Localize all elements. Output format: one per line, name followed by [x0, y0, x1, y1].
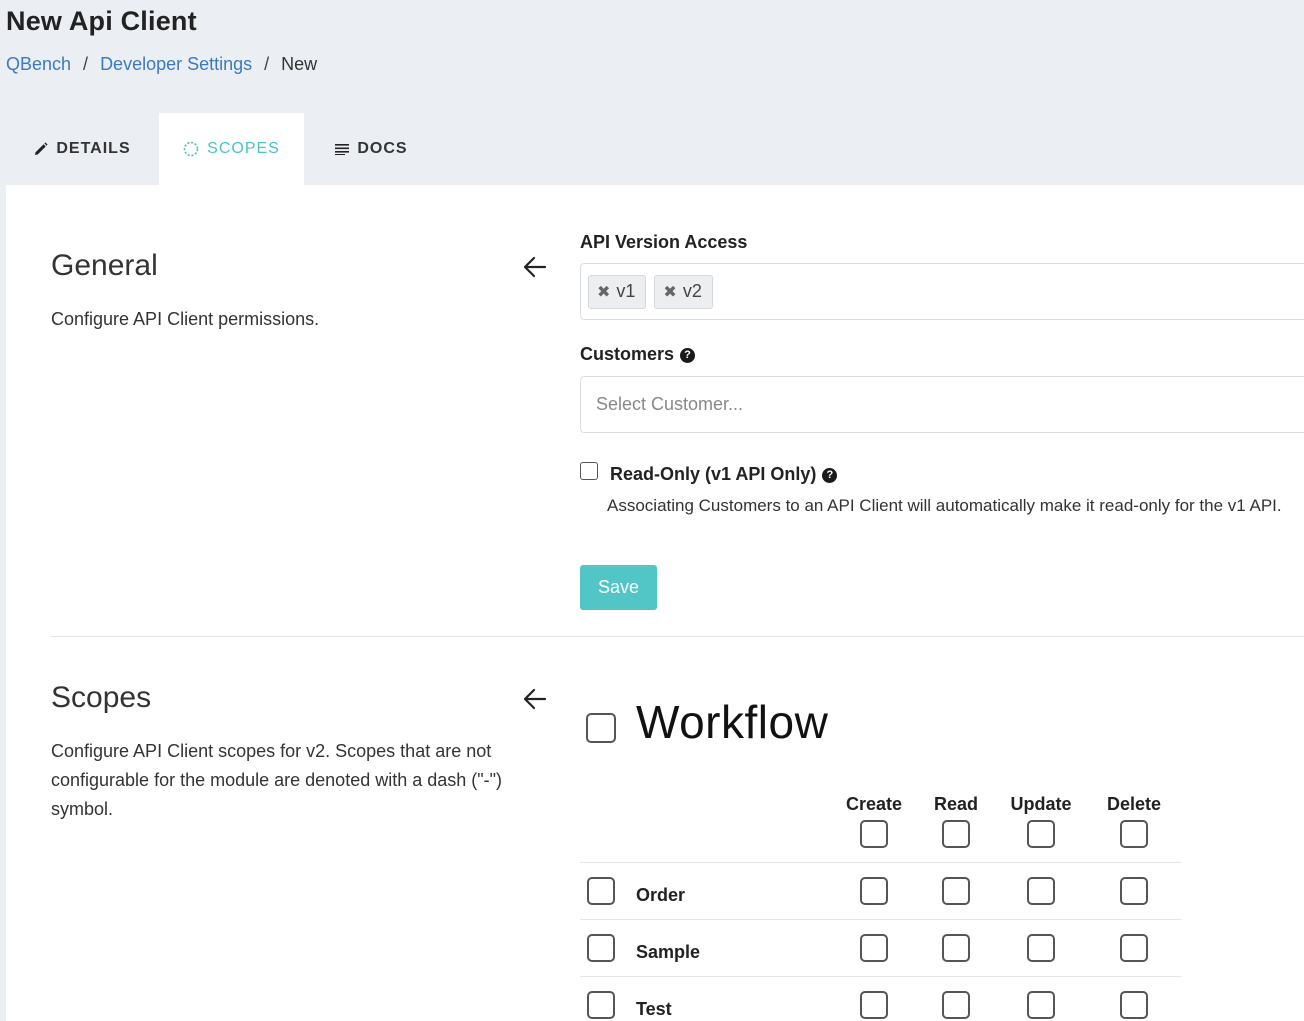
tab-scopes[interactable]: SCOPES: [159, 113, 304, 185]
row-divider: [580, 862, 1181, 863]
question-circle-icon[interactable]: ?: [680, 348, 696, 363]
test-delete-checkbox[interactable]: [1120, 991, 1148, 1019]
readonly-note: Associating Customers to an API Client w…: [607, 496, 1282, 515]
customer-select[interactable]: Select Customer...: [580, 376, 1304, 433]
test-create-checkbox[interactable]: [860, 991, 888, 1019]
pencil-icon: [34, 142, 48, 156]
customer-select-placeholder: Select Customer...: [596, 394, 744, 414]
order-create-checkbox[interactable]: [860, 877, 888, 905]
tag-label: v1: [616, 281, 636, 301]
tab-docs[interactable]: DOCS: [304, 113, 439, 185]
breadcrumb-qbench-link[interactable]: QBench: [6, 54, 71, 75]
update-column-checkbox[interactable]: [1027, 820, 1055, 848]
tab-scopes-label: SCOPES: [207, 140, 280, 157]
test-read-checkbox[interactable]: [942, 991, 970, 1019]
api-version-access-label: API Version Access: [580, 232, 748, 252]
delete-column-checkbox[interactable]: [1120, 820, 1148, 848]
column-header-create: Create: [845, 794, 903, 814]
readonly-checkbox[interactable]: [580, 462, 598, 480]
customers-label: Customers: [580, 344, 675, 364]
row-divider: [580, 919, 1181, 920]
circle-dashed-icon: [183, 141, 199, 157]
column-header-delete: Delete: [1106, 794, 1162, 814]
order-read-checkbox[interactable]: [942, 877, 970, 905]
scopes-section-title: Scopes: [51, 681, 152, 714]
sample-row-checkbox[interactable]: [587, 934, 615, 962]
column-header-read: Read: [933, 794, 978, 814]
readonly-label-group: Read-Only (v1 API Only)?: [610, 464, 838, 485]
scope-row-label-sample: Sample: [636, 942, 701, 962]
tab-details-label: DETAILS: [56, 140, 131, 157]
arrow-left-icon[interactable]: [522, 254, 548, 280]
breadcrumb: QBench / Developer Settings / New: [6, 54, 317, 75]
tab-bar: DETAILS SCOPES DOCS: [6, 113, 439, 185]
sample-update-checkbox[interactable]: [1027, 934, 1055, 962]
tag-label: v2: [682, 281, 702, 301]
test-row-checkbox[interactable]: [587, 991, 615, 1019]
breadcrumb-separator: /: [264, 54, 270, 74]
breadcrumb-separator: /: [83, 54, 89, 74]
readonly-label: Read-Only (v1 API Only): [610, 464, 817, 484]
question-circle-icon[interactable]: ?: [822, 468, 838, 483]
create-column-checkbox[interactable]: [860, 820, 888, 848]
scopes-panel: General Configure API Client permissions…: [6, 185, 1304, 1021]
remove-tag-icon[interactable]: ✖: [663, 282, 676, 302]
general-section-description: Configure API Client permissions.: [51, 309, 320, 329]
scope-row-label-order: Order: [636, 885, 686, 905]
save-button[interactable]: Save: [580, 565, 657, 610]
row-divider: [580, 976, 1181, 977]
order-update-checkbox[interactable]: [1027, 877, 1055, 905]
tab-docs-label: DOCS: [357, 140, 408, 157]
sample-delete-checkbox[interactable]: [1120, 934, 1148, 962]
general-section-title: General: [51, 249, 158, 282]
api-version-tag-v2: ✖ v2: [654, 274, 713, 309]
order-row-checkbox[interactable]: [587, 877, 615, 905]
sample-create-checkbox[interactable]: [860, 934, 888, 962]
test-update-checkbox[interactable]: [1027, 991, 1055, 1019]
section-divider: [51, 636, 1304, 637]
column-header-update: Update: [1010, 794, 1072, 814]
scopes-section-description: Configure API Client scopes for v2. Scop…: [51, 741, 503, 819]
tab-details[interactable]: DETAILS: [6, 113, 159, 185]
arrow-left-icon[interactable]: [522, 686, 548, 712]
workflow-select-all-checkbox[interactable]: [586, 713, 616, 743]
workflow-group-title: Workflow: [636, 696, 829, 748]
customers-label-group: Customers?: [580, 344, 696, 365]
list-icon: [335, 143, 350, 155]
scope-row-label-test: Test: [636, 999, 672, 1019]
remove-tag-icon[interactable]: ✖: [597, 282, 610, 302]
breadcrumb-current: New: [281, 54, 318, 74]
page-title: New Api Client: [6, 6, 197, 36]
sample-read-checkbox[interactable]: [942, 934, 970, 962]
api-version-multiselect[interactable]: ✖ v1 ✖ v2: [580, 263, 1304, 320]
api-version-tag-v1: ✖ v1: [588, 274, 647, 309]
order-delete-checkbox[interactable]: [1120, 877, 1148, 905]
breadcrumb-developer-settings-link[interactable]: Developer Settings: [100, 54, 252, 75]
read-column-checkbox[interactable]: [942, 820, 970, 848]
